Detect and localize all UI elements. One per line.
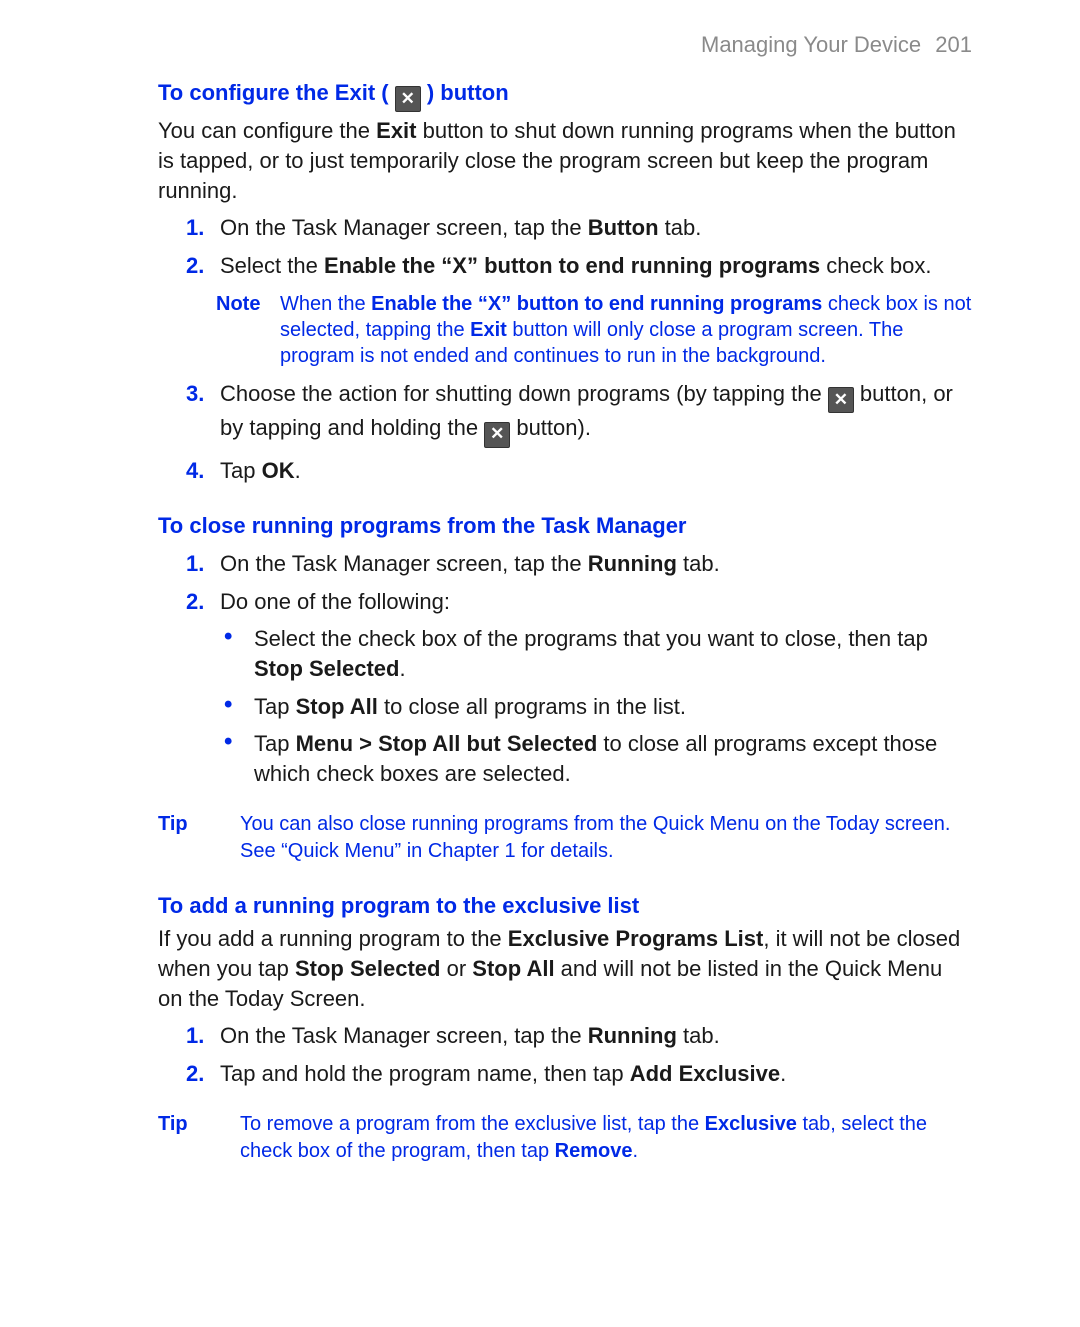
heading-configure-exit: To configure the Exit ( ✕ ) button (158, 78, 972, 112)
tip-block: Tip You can also close running programs … (158, 811, 972, 865)
intro-paragraph: If you add a running program to the Excl… (158, 924, 972, 1013)
list-item: 3. Choose the action for shutting down p… (186, 379, 972, 448)
bullets-close-running: • Select the check box of the programs t… (158, 624, 972, 788)
list-item: 1. On the Task Manager screen, tap the B… (186, 213, 972, 243)
list-item: • Tap Stop All to close all programs in … (224, 692, 972, 722)
tip-block: Tip To remove a program from the exclusi… (158, 1111, 972, 1165)
close-icon: ✕ (484, 422, 510, 448)
page-number: 201 (927, 32, 972, 57)
close-icon: ✕ (395, 86, 421, 112)
note-block: Note When the Enable the “X” button to e… (216, 291, 972, 369)
heading-close-running: To close running programs from the Task … (158, 511, 972, 541)
list-item: 2. Do one of the following: (186, 587, 972, 617)
list-item: 2. Tap and hold the program name, then t… (186, 1059, 972, 1089)
steps-close-running: 1. On the Task Manager screen, tap the R… (158, 549, 972, 616)
list-item: 2. Select the Enable the “X” button to e… (186, 251, 972, 281)
document-page: Managing Your Device 201 To configure th… (0, 0, 1080, 1327)
list-item: • Tap Menu > Stop All but Selected to cl… (224, 729, 972, 788)
list-item: 4. Tap OK. (186, 456, 972, 486)
intro-paragraph: You can configure the Exit button to shu… (158, 116, 972, 205)
section-title: Managing Your Device (701, 32, 921, 57)
running-header: Managing Your Device 201 (158, 30, 972, 60)
steps-add-exclusive: 1. On the Task Manager screen, tap the R… (158, 1021, 972, 1088)
steps-configure-exit: 1. On the Task Manager screen, tap the B… (158, 213, 972, 485)
close-icon: ✕ (828, 387, 854, 413)
list-item: • Select the check box of the programs t… (224, 624, 972, 683)
list-item: 1. On the Task Manager screen, tap the R… (186, 1021, 972, 1051)
heading-add-exclusive: To add a running program to the exclusiv… (158, 891, 972, 921)
list-item: 1. On the Task Manager screen, tap the R… (186, 549, 972, 579)
